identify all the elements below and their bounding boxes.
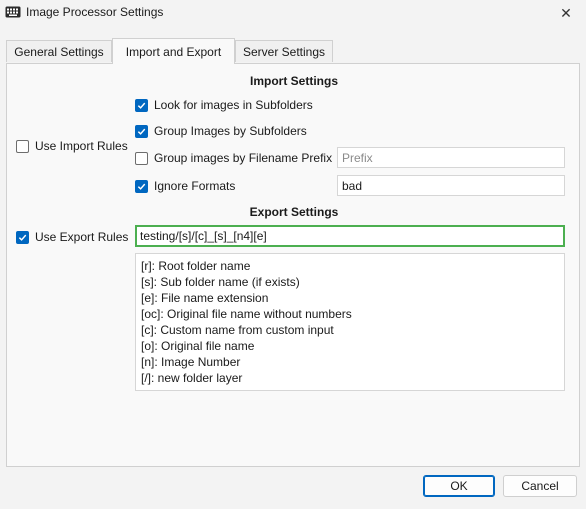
window-title: Image Processor Settings [26,5,164,19]
rule-help-line: [o]: Original file name [141,339,255,353]
rule-help-line: [e]: File name extension [141,291,269,305]
rule-help-line: [n]: Image Number [141,355,241,369]
export-settings-heading: Export Settings [249,205,339,219]
cancel-button[interactable]: Cancel [503,475,577,497]
rule-help-line: [oc]: Original file name without numbers [141,307,352,321]
close-button[interactable]: ✕ [546,0,586,26]
checkbox-box [16,139,29,153]
checkbox-box [135,151,148,165]
tab-label: Server Settings [242,44,326,59]
checkbox-label: Ignore Formats [154,179,236,193]
tab-bar: General Settings Import and Export Serve… [6,38,580,64]
rule-help-line: [/]: new folder layer [141,371,243,385]
prefix-input[interactable] [337,147,565,168]
tab-label: Import and Export [125,44,222,59]
use-import-rules-checkbox[interactable]: Use Import Rules [16,138,128,154]
checkbox-label: Group Images by Subfolders [154,124,307,138]
import-export-panel: Import Settings Use Import Rules Look fo… [6,63,580,467]
checkbox-label: Use Import Rules [35,139,128,153]
checkbox-label: Group images by Filename Prefix [154,151,333,165]
tab-label: General Settings [14,44,104,59]
export-rules-help: [r]: Root folder name [s]: Sub folder na… [135,253,565,391]
ignore-formats-checkbox[interactable]: Ignore Formats [135,178,235,194]
checkmark-icon [137,183,146,190]
rule-help-line: [s]: Sub folder name (if exists) [141,275,300,289]
checkbox-label: Use Export Rules [35,230,129,244]
export-pattern-input[interactable] [135,225,565,247]
checkmark-icon [137,128,146,135]
settings-window: Image Processor Settings ✕ General Setti… [0,0,586,509]
use-export-rules-checkbox[interactable]: Use Export Rules [16,229,128,245]
tab-general-settings[interactable]: General Settings [6,40,112,62]
checkmark-icon [18,234,27,241]
ignore-formats-input[interactable] [337,175,565,196]
import-settings-heading: Import Settings [249,74,338,88]
checkbox-box [135,179,148,193]
tab-import-and-export[interactable]: Import and Export [112,38,235,64]
checkbox-box [135,98,148,112]
close-icon: ✕ [560,4,572,21]
rule-help-line: [r]: Root folder name [141,259,251,273]
ok-button[interactable]: OK [423,475,495,497]
keyboard-icon [5,6,21,18]
checkmark-icon [137,102,146,109]
title-bar: Image Processor Settings ✕ [0,0,586,26]
checkbox-label: Look for images in Subfolders [154,98,313,112]
checkbox-box [16,230,29,244]
group-by-subfolders-checkbox[interactable]: Group Images by Subfolders [135,123,307,139]
tab-server-settings[interactable]: Server Settings [235,40,333,62]
group-by-filename-prefix-checkbox[interactable]: Group images by Filename Prefix [135,150,332,166]
look-in-subfolders-checkbox[interactable]: Look for images in Subfolders [135,97,313,113]
checkbox-box [135,124,148,138]
rule-help-line: [c]: Custom name from custom input [141,323,334,337]
